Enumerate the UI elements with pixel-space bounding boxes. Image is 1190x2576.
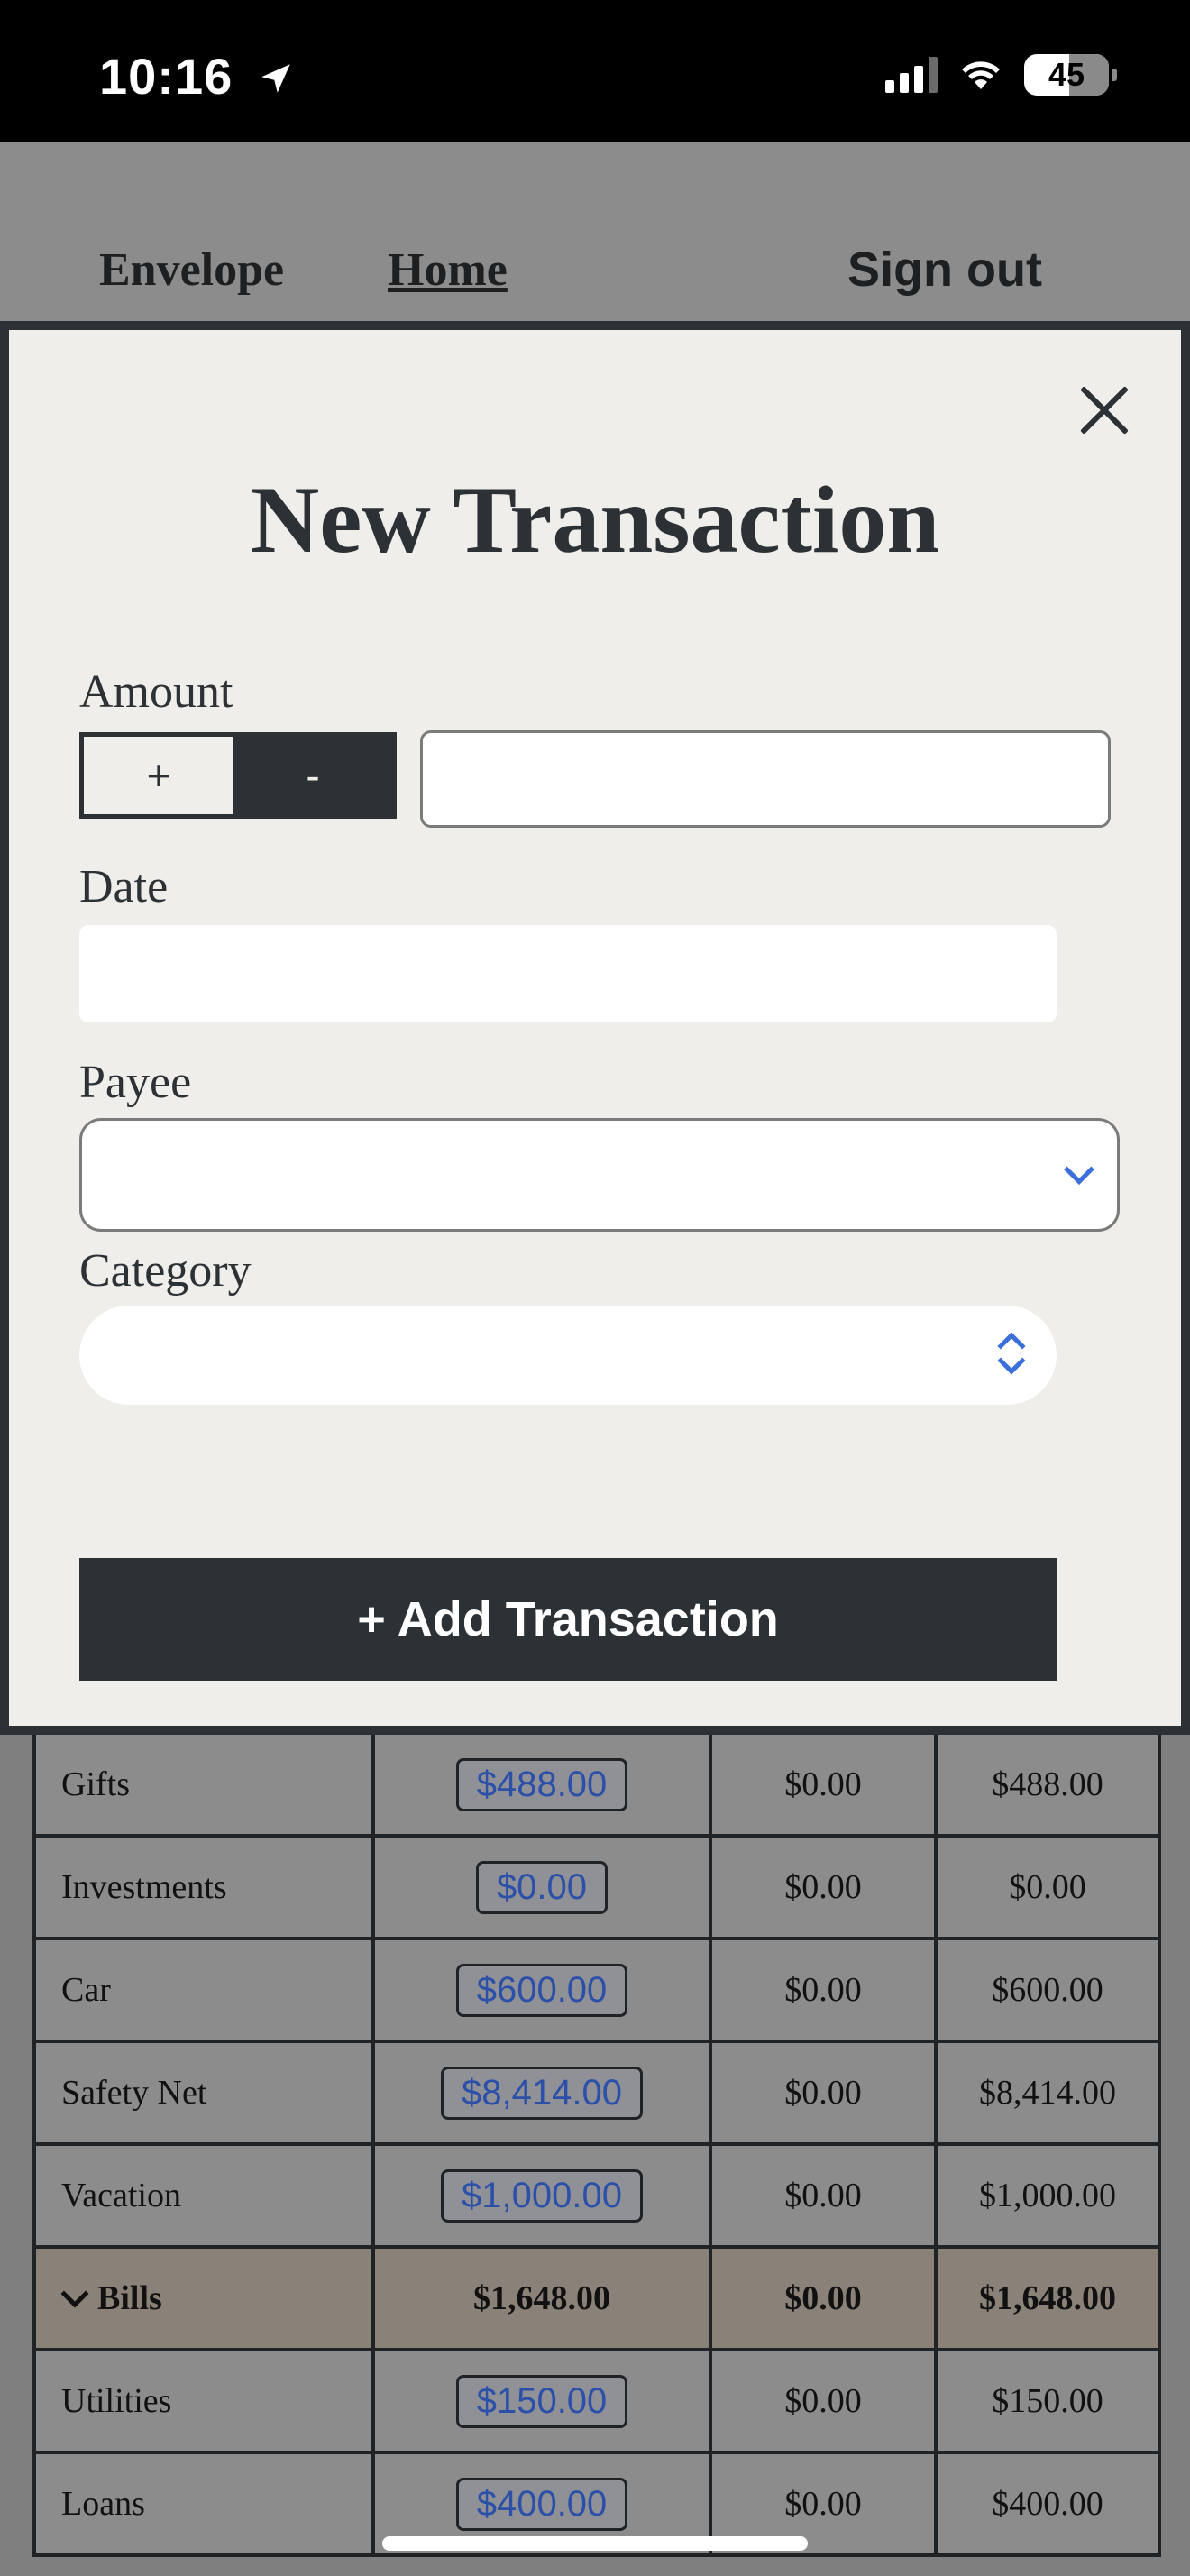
category-name: Car bbox=[32, 1937, 375, 2043]
table-row: Car $600.00 $0.00 $600.00 bbox=[32, 1937, 1161, 2043]
group-row[interactable]: Bills $1,648.00 $0.00 $1,648.00 bbox=[32, 2245, 1161, 2351]
group-name: Bills bbox=[97, 2279, 162, 2317]
modal-content: New Transaction Amount + - Date Payee Ca… bbox=[9, 330, 1181, 1726]
status-bar: 10:16 45 bbox=[0, 0, 1190, 142]
plus-sign-button[interactable]: + bbox=[84, 737, 233, 814]
up-down-chevron-icon bbox=[993, 1329, 1030, 1380]
cellular-signal-icon bbox=[885, 57, 938, 93]
group-toggle[interactable]: Bills bbox=[32, 2245, 375, 2351]
activity-amount: $0.00 bbox=[709, 1731, 938, 1838]
app-header: Envelope Home Sign out bbox=[0, 142, 1190, 321]
category-label: Category bbox=[79, 1245, 252, 1297]
table-row: Gifts $488.00 $0.00 $488.00 bbox=[32, 1731, 1161, 1838]
budgeted-amount-button[interactable]: $8,414.00 bbox=[441, 2066, 643, 2120]
table-row: Investments $0.00 $0.00 $0.00 bbox=[32, 1834, 1161, 1940]
amount-label: Amount bbox=[79, 666, 233, 718]
date-label: Date bbox=[79, 861, 169, 912]
category-select[interactable] bbox=[79, 1306, 1057, 1405]
available-amount: $400.00 bbox=[934, 2451, 1161, 2557]
available-amount: $0.00 bbox=[934, 1834, 1161, 1940]
sign-toggle: + - bbox=[79, 732, 397, 819]
table-row: Vacation $1,000.00 $0.00 $1,000.00 bbox=[32, 2142, 1161, 2249]
budgeted-amount-button[interactable]: $400.00 bbox=[455, 2477, 628, 2531]
group-activity: $0.00 bbox=[709, 2245, 938, 2351]
chevron-down-icon bbox=[60, 2279, 89, 2308]
chevron-down-icon bbox=[1064, 1154, 1094, 1185]
activity-amount: $0.00 bbox=[709, 2348, 938, 2454]
category-name: Vacation bbox=[32, 2142, 375, 2249]
payee-label: Payee bbox=[79, 1057, 192, 1108]
category-name: Safety Net bbox=[32, 2040, 375, 2146]
activity-amount: $0.00 bbox=[709, 1834, 938, 1940]
category-name: Gifts bbox=[32, 1731, 375, 1838]
budgeted-amount-button[interactable]: $150.00 bbox=[455, 2374, 628, 2428]
status-icons: 45 bbox=[885, 54, 1117, 96]
budgeted-amount-button[interactable]: $488.00 bbox=[455, 1757, 628, 1811]
activity-amount: $0.00 bbox=[709, 2040, 938, 2146]
available-amount: $150.00 bbox=[934, 2348, 1161, 2454]
modal-title: New Transaction bbox=[250, 467, 940, 573]
new-transaction-modal: New Transaction Amount + - Date Payee Ca… bbox=[0, 321, 1190, 1735]
available-amount: $8,414.00 bbox=[934, 2040, 1161, 2146]
group-available: $1,648.00 bbox=[934, 2245, 1161, 2351]
home-indicator[interactable] bbox=[382, 2536, 808, 2551]
available-amount: $1,000.00 bbox=[934, 2142, 1161, 2249]
budget-table: Gifts $488.00 $0.00 $488.00 Investments … bbox=[32, 1731, 1161, 2557]
date-input[interactable] bbox=[79, 925, 1057, 1022]
close-icon[interactable] bbox=[1076, 382, 1132, 438]
battery-icon: 45 bbox=[1024, 54, 1117, 96]
budgeted-amount-button[interactable]: $600.00 bbox=[455, 1963, 628, 2017]
category-name: Loans bbox=[32, 2451, 375, 2557]
budgeted-amount-button[interactable]: $0.00 bbox=[475, 1860, 609, 1914]
available-amount: $600.00 bbox=[934, 1937, 1161, 2043]
status-time: 10:16 bbox=[99, 47, 295, 109]
budgeted-amount-button[interactable]: $1,000.00 bbox=[441, 2168, 643, 2223]
group-budgeted: $1,648.00 bbox=[371, 2245, 712, 2351]
category-name: Investments bbox=[32, 1834, 375, 1940]
category-name: Utilities bbox=[32, 2348, 375, 2454]
time-text: 10:16 bbox=[99, 48, 233, 105]
brand-link[interactable]: Envelope bbox=[99, 243, 284, 297]
wifi-icon bbox=[957, 55, 1004, 96]
sign-out-button[interactable]: Sign out bbox=[847, 242, 1042, 298]
battery-level: 45 bbox=[1048, 56, 1085, 93]
location-arrow-icon bbox=[257, 50, 295, 109]
minus-sign-button[interactable]: - bbox=[233, 737, 392, 814]
amount-input[interactable] bbox=[420, 730, 1111, 828]
activity-amount: $0.00 bbox=[709, 1937, 938, 2043]
available-amount: $488.00 bbox=[934, 1731, 1161, 1838]
home-link[interactable]: Home bbox=[388, 243, 508, 297]
activity-amount: $0.00 bbox=[709, 2142, 938, 2249]
add-transaction-button[interactable]: + Add Transaction bbox=[79, 1558, 1057, 1681]
table-row: Safety Net $8,414.00 $0.00 $8,414.00 bbox=[32, 2040, 1161, 2146]
table-row: Utilities $150.00 $0.00 $150.00 bbox=[32, 2348, 1161, 2454]
payee-select[interactable] bbox=[79, 1118, 1120, 1232]
